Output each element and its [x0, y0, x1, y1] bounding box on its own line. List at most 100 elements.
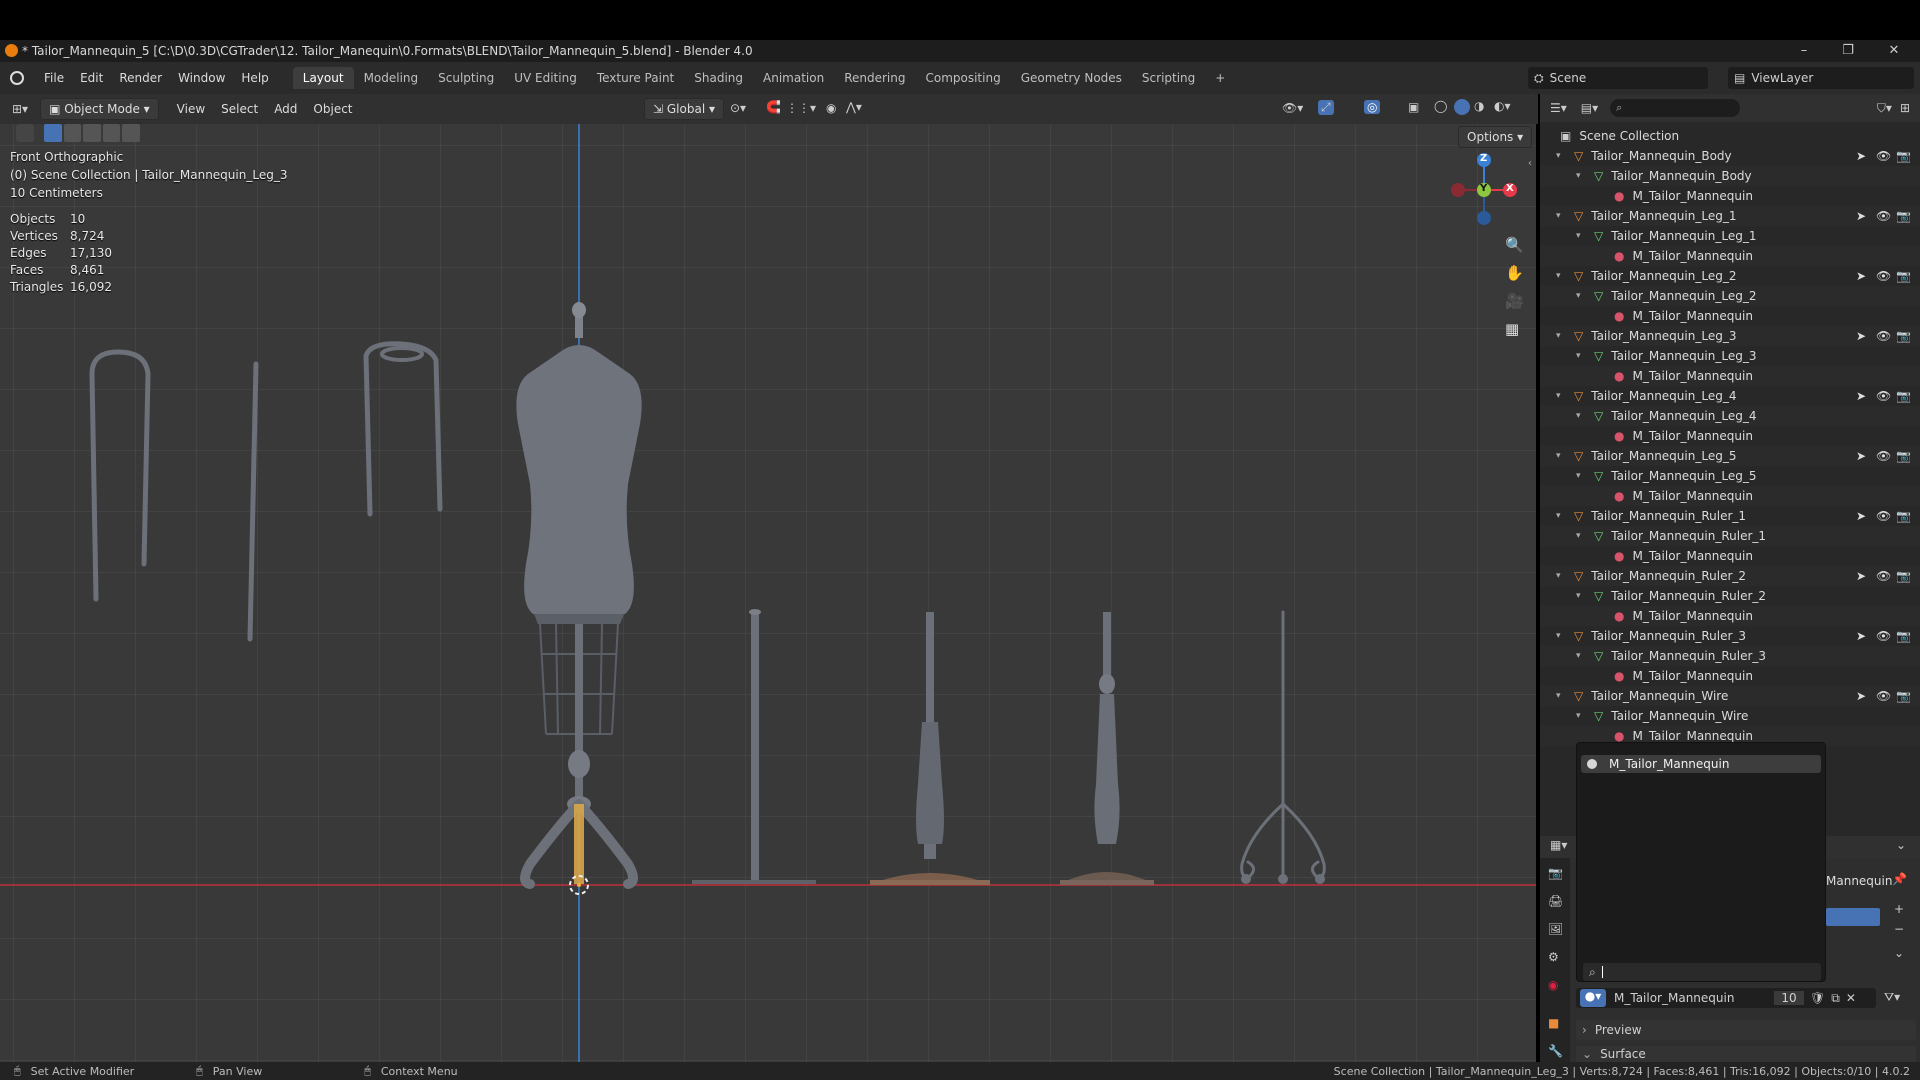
new-collection-icon[interactable]: ⊞ [1900, 101, 1910, 115]
scene-geometry[interactable] [0, 124, 1536, 1062]
outliner-object[interactable]: ▾ ▽ Tailor_Mannequin_Wire ➤ 👁 📷 [1540, 686, 1920, 706]
expand-arrow-icon[interactable]: ▾ [1576, 291, 1588, 301]
transform-orientation-dropdown[interactable]: ⇲ Global ▾ [644, 98, 724, 120]
display-mode-icon[interactable]: ▤▾ [1581, 101, 1598, 115]
fake-user-icon[interactable]: 🛡 [1810, 991, 1825, 1005]
outliner-mesh-data[interactable]: ▾ ▽ Tailor_Mannequin_Leg_2 [1540, 286, 1920, 306]
tab-modeling[interactable]: Modeling [354, 67, 429, 89]
visibility-eye-icon[interactable]: 👁 [1876, 269, 1891, 283]
visibility-eye-icon[interactable]: 👁 [1876, 569, 1891, 583]
render-camera-icon[interactable]: 📷 [1896, 509, 1911, 523]
expand-arrow-icon[interactable]: ▾ [1556, 331, 1568, 341]
add-workspace-button[interactable]: + [1205, 67, 1235, 89]
scene-selector[interactable]: ⛭ Scene [1528, 67, 1708, 89]
object-mode-dropdown[interactable]: ▣ Object Mode ▾ [40, 98, 159, 120]
outliner-object[interactable]: ▾ ▽ Tailor_Mannequin_Leg_4 ➤ 👁 📷 [1540, 386, 1920, 406]
outliner-mesh-data[interactable]: ▾ ▽ Tailor_Mannequin_Ruler_3 [1540, 646, 1920, 666]
zoom-icon[interactable]: 🔍 [1505, 236, 1524, 254]
snap-target-icon[interactable]: ⋮⋮▾ [786, 101, 816, 115]
render-camera-icon[interactable]: 📷 [1896, 389, 1911, 403]
filter-icon[interactable]: ⛉▾ [1877, 101, 1892, 116]
modifier-tab-icon[interactable]: 🔧 [1548, 1044, 1563, 1058]
visibility-eye-icon[interactable]: 👁 [1876, 689, 1891, 703]
gizmo-toggle-icon[interactable]: ⤢ [1318, 100, 1334, 115]
expand-arrow-icon[interactable]: ▾ [1576, 471, 1588, 481]
proportional-edit-icon[interactable]: ◉ [826, 101, 836, 115]
output-tab-icon[interactable]: 🖨 [1548, 894, 1563, 908]
surface-panel-header[interactable]: ⌄ Surface [1576, 1046, 1916, 1062]
outliner-material[interactable]: ● M_Tailor_Mannequin [1540, 306, 1920, 326]
vp-menu-view[interactable]: View [169, 102, 213, 116]
minimize-button[interactable]: – [1782, 40, 1826, 62]
outliner-material[interactable]: ● M_Tailor_Mannequin [1540, 186, 1920, 206]
outliner-material[interactable]: ● M_Tailor_Mannequin [1540, 666, 1920, 686]
render-camera-icon[interactable]: 📷 [1896, 689, 1911, 703]
pan-hand-icon[interactable]: ✋ [1505, 264, 1524, 282]
tab-animation[interactable]: Animation [753, 67, 834, 89]
outliner-material[interactable]: ● M_Tailor_Mannequin [1540, 606, 1920, 626]
tab-scripting[interactable]: Scripting [1132, 67, 1205, 89]
vp-menu-object[interactable]: Object [305, 102, 360, 116]
3d-viewport[interactable]: Options ▾ Front Orthographic (0) Scene C… [0, 124, 1536, 1062]
render-tab-icon[interactable]: 📷 [1548, 866, 1563, 880]
sidebar-toggle-icon[interactable]: ‹ [1528, 158, 1532, 169]
outliner-object[interactable]: ▾ ▽ Tailor_Mannequin_Body ➤ 👁 📷 [1540, 146, 1920, 166]
pivot-icon[interactable]: ⊙▾ [730, 101, 746, 115]
expand-arrow-icon[interactable]: ▾ [1576, 531, 1588, 541]
expand-arrow-icon[interactable]: ▾ [1556, 451, 1568, 461]
tab-compositing[interactable]: Compositing [915, 67, 1010, 89]
visibility-eye-icon[interactable]: 👁 [1876, 149, 1891, 163]
expand-arrow-icon[interactable]: ▾ [1556, 151, 1568, 161]
selectable-toggle-icon[interactable]: ➤ [1856, 209, 1866, 223]
close-button[interactable]: ✕ [1872, 40, 1916, 62]
add-slot-button[interactable]: + [1894, 902, 1904, 916]
render-camera-icon[interactable]: 📷 [1896, 329, 1911, 343]
editor-type-icon[interactable]: ⊞▾ [12, 102, 28, 116]
outliner-mesh-data[interactable]: ▾ ▽ Tailor_Mannequin_Leg_5 [1540, 466, 1920, 486]
outliner-mesh-data[interactable]: ▾ ▽ Tailor_Mannequin_Leg_3 [1540, 346, 1920, 366]
outliner-object[interactable]: ▾ ▽ Tailor_Mannequin_Leg_2 ➤ 👁 📷 [1540, 266, 1920, 286]
visibility-eye-icon[interactable]: 👁 [1876, 209, 1891, 223]
preview-panel-header[interactable]: › Preview [1576, 1020, 1916, 1040]
expand-arrow-icon[interactable]: ▾ [1576, 711, 1588, 721]
menu-edit[interactable]: Edit [72, 71, 111, 85]
selectable-toggle-icon[interactable]: ➤ [1856, 329, 1866, 343]
selectable-toggle-icon[interactable]: ➤ [1856, 509, 1866, 523]
outliner-mesh-data[interactable]: ▾ ▽ Tailor_Mannequin_Ruler_2 [1540, 586, 1920, 606]
expand-arrow-icon[interactable]: ▾ [1556, 511, 1568, 521]
material-slot-highlight[interactable] [1826, 908, 1880, 926]
camera-view-icon[interactable]: 🎥 [1505, 292, 1524, 310]
expand-arrow-icon[interactable]: ▾ [1556, 211, 1568, 221]
visibility-eye-icon[interactable]: 👁 [1876, 629, 1891, 643]
outliner-search-field[interactable]: ⌕ [1610, 99, 1741, 117]
slot-menu-icon[interactable]: ⌄ [1894, 946, 1904, 960]
visibility-icon[interactable]: 👁▾ [1282, 101, 1303, 115]
render-camera-icon[interactable]: 📷 [1896, 149, 1911, 163]
expand-arrow-icon[interactable]: ▾ [1556, 571, 1568, 581]
selectable-toggle-icon[interactable]: ➤ [1856, 629, 1866, 643]
outliner-mesh-data[interactable]: ▾ ▽ Tailor_Mannequin_Leg_4 [1540, 406, 1920, 426]
unlink-material-icon[interactable]: ✕ [1846, 991, 1856, 1005]
expand-arrow-icon[interactable]: ▾ [1576, 411, 1588, 421]
overlay-toggle-icon[interactable]: ◎ [1364, 100, 1381, 114]
menu-file[interactable]: File [36, 71, 72, 85]
expand-arrow-icon[interactable]: ▾ [1576, 231, 1588, 241]
outliner-object[interactable]: ▾ ▽ Tailor_Mannequin_Leg_5 ➤ 👁 📷 [1540, 446, 1920, 466]
view-layer-tab-icon[interactable]: 🖼 [1548, 922, 1563, 936]
scene-tab-icon[interactable]: ⚙ [1548, 950, 1559, 964]
tab-shading[interactable]: Shading [684, 67, 753, 89]
snap-icon[interactable]: 🧲 [766, 100, 781, 114]
visibility-eye-icon[interactable]: 👁 [1876, 329, 1891, 343]
pin-icon[interactable]: 📌 [1892, 872, 1907, 886]
rendered-shading-icon[interactable]: ◐▾ [1494, 99, 1511, 113]
selectable-toggle-icon[interactable]: ➤ [1856, 449, 1866, 463]
material-list-item[interactable]: M_Tailor_Mannequin [1581, 755, 1821, 773]
visibility-eye-icon[interactable]: 👁 [1876, 509, 1891, 523]
viewlayer-selector[interactable]: ▤ ViewLayer [1728, 67, 1914, 89]
selectable-toggle-icon[interactable]: ➤ [1856, 269, 1866, 283]
outliner-material[interactable]: ● M_Tailor_Mannequin [1540, 366, 1920, 386]
material-datablock[interactable]: ●▾ M_Tailor_Mannequin 10 🛡 ⧉ ✕ [1576, 988, 1876, 1008]
expand-arrow-icon[interactable]: ▾ [1556, 691, 1568, 701]
expand-arrow-icon[interactable]: ▾ [1556, 271, 1568, 281]
material-name-field[interactable]: M_Tailor_Mannequin [1614, 991, 1774, 1005]
